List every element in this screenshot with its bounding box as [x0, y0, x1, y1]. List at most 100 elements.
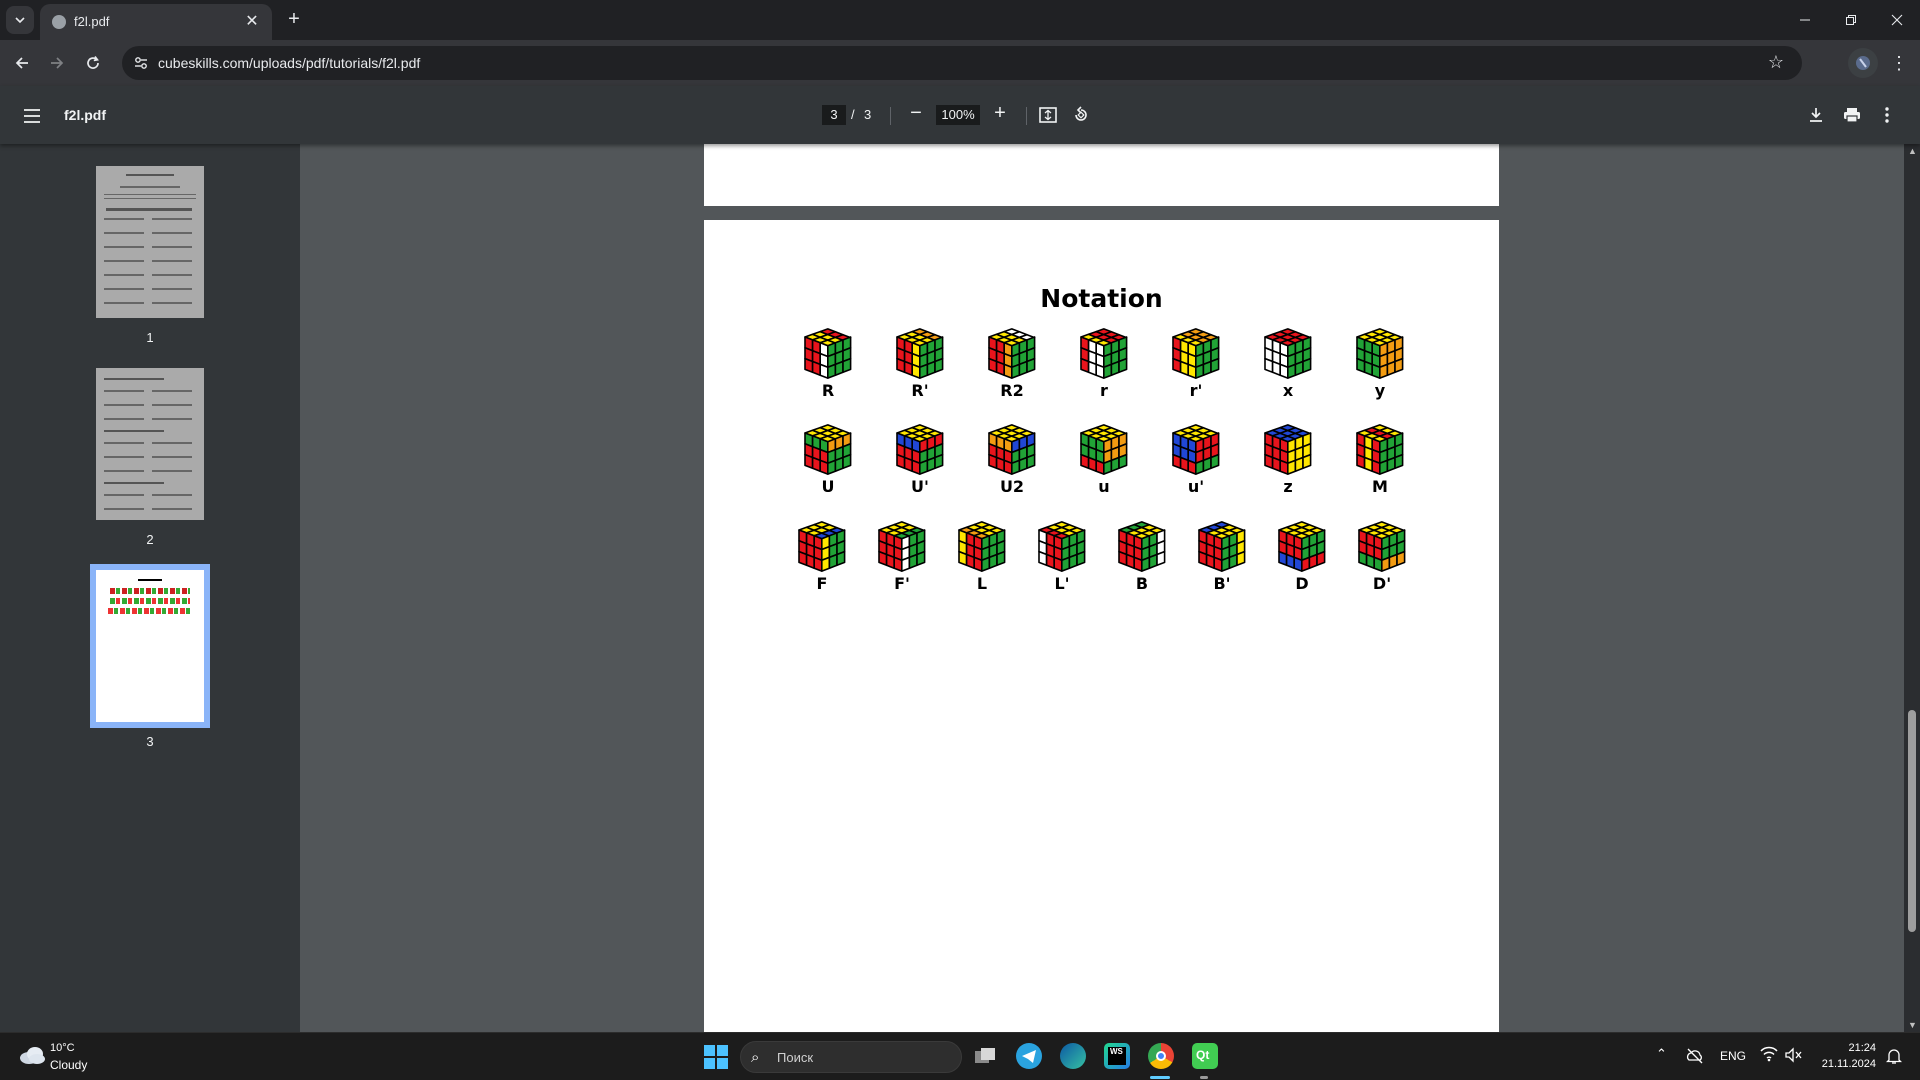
cube-sticker [842, 357, 852, 374]
page-separator: / [851, 107, 855, 122]
language-indicator[interactable]: ENG [1720, 1049, 1746, 1063]
more-vertical-icon [1885, 107, 1889, 123]
cube-sticker [934, 453, 944, 470]
zoom-in-button[interactable]: + [988, 102, 1012, 126]
restore-button[interactable] [1828, 0, 1874, 40]
thumbnail-label: 2 [146, 532, 154, 547]
search-icon: ⌕ [751, 1049, 760, 1066]
address-bar[interactable]: cubeskills.com/uploads/pdf/tutorials/f2l… [122, 46, 1802, 80]
cube-sticker [988, 453, 998, 470]
cube-sticker [1363, 360, 1374, 377]
task-view-icon[interactable] [972, 1043, 998, 1069]
cube-sticker [1358, 550, 1368, 567]
qt-creator-icon[interactable]: Qt [1192, 1043, 1218, 1069]
taskbar-search[interactable]: ⌕ Поиск [740, 1041, 962, 1073]
page-thumbnail-2[interactable] [96, 368, 204, 520]
arrow-right-icon [51, 57, 64, 69]
scroll-thumb[interactable] [1908, 710, 1916, 932]
site-info-icon[interactable] [132, 54, 150, 72]
cube-sticker [1087, 456, 1098, 473]
telegram-icon[interactable] [1016, 1043, 1042, 1069]
cube-sticker [1293, 556, 1303, 572]
notation-cube: R' [892, 327, 948, 401]
edge-icon[interactable] [1060, 1043, 1086, 1069]
new-tab-button[interactable]: + [282, 8, 306, 32]
cube-sticker [1220, 556, 1231, 572]
notation-cube: F [794, 520, 850, 594]
cube-sticker [834, 456, 844, 473]
cube-sticker [1388, 553, 1398, 570]
print-button[interactable] [1839, 102, 1865, 128]
close-tab-icon[interactable]: ✕ [242, 12, 262, 32]
vertical-scrollbar[interactable]: ▲ ▼ [1904, 144, 1920, 1032]
back-button[interactable] [8, 49, 36, 77]
weather-condition[interactable]: Cloudy [50, 1058, 87, 1072]
fit-to-page-button[interactable] [1035, 102, 1061, 128]
scroll-down-icon[interactable]: ▼ [1908, 1020, 1917, 1030]
onedrive-offline-icon[interactable] [1686, 1047, 1704, 1065]
webstorm-icon[interactable]: WS [1104, 1043, 1130, 1069]
rubiks-cube-icon [1264, 328, 1312, 379]
pdf-viewer-area[interactable]: Notation R R' R2 r r' x y U U' U2 u u' z M F F' L L' B B' D D… [300, 144, 1904, 1032]
cube-sticker [1110, 456, 1120, 473]
notation-cube: x [1260, 327, 1316, 401]
zoom-out-button[interactable]: − [904, 102, 928, 126]
notation-label: r [1100, 381, 1108, 400]
zoom-level-input[interactable]: 100% [936, 105, 980, 125]
chrome-icon[interactable] [1148, 1043, 1174, 1069]
notation-label: F [816, 574, 828, 593]
notation-cube: u' [1168, 423, 1224, 497]
browser-tab[interactable]: f2l.pdf ✕ [40, 4, 272, 40]
extension-puzzle-icon [1856, 56, 1870, 70]
cube-sticker [1010, 459, 1021, 475]
minimize-button[interactable] [1782, 0, 1828, 40]
cube-sticker [1053, 556, 1063, 572]
close-window-button[interactable] [1874, 0, 1920, 40]
cloud-icon[interactable] [18, 1043, 46, 1067]
cube-sticker [828, 553, 838, 570]
notation-label: U' [911, 477, 929, 496]
page-thumbnail-3[interactable] [90, 564, 210, 728]
browser-menu-icon[interactable]: ⋮ [1884, 48, 1914, 78]
pdf-toolbar: f2l.pdf 3 / 3 − 100% + [0, 86, 1920, 144]
clock-date[interactable]: 21.11.2024 [1812, 1058, 1876, 1070]
bookmark-star-icon[interactable]: ☆ [1768, 52, 1784, 73]
volume-muted-icon[interactable] [1784, 1047, 1802, 1063]
cube-sticker [1210, 453, 1220, 470]
notation-label: L [976, 574, 988, 593]
profile-avatar[interactable] [1848, 48, 1878, 78]
page-thumbnail-1[interactable] [96, 166, 204, 318]
notation-cube: F' [874, 520, 930, 594]
cube-sticker [1286, 459, 1297, 475]
wifi-icon[interactable] [1760, 1046, 1778, 1062]
url-text[interactable]: cubeskills.com/uploads/pdf/tutorials/f2l… [158, 55, 420, 71]
download-button[interactable] [1803, 102, 1829, 128]
tab-search-button[interactable] [6, 6, 34, 34]
cube-sticker [1095, 459, 1105, 475]
cube-sticker [804, 453, 814, 470]
page-number-input[interactable]: 3 [822, 105, 846, 125]
notation-cube: B' [1194, 520, 1250, 594]
cube-sticker [1394, 357, 1404, 374]
clock-time[interactable]: 21:24 [1816, 1042, 1876, 1054]
cube-sticker [988, 357, 998, 374]
weather-temperature[interactable]: 10°C [50, 1042, 75, 1054]
forward-button[interactable] [43, 49, 71, 77]
notation-cube: u [1076, 423, 1132, 497]
cube-sticker [1080, 453, 1090, 470]
reload-button[interactable] [79, 49, 107, 77]
pdf-more-options-icon[interactable] [1874, 102, 1900, 128]
page-total: 3 [864, 107, 872, 122]
tray-chevron-up-icon[interactable]: ⌃ [1656, 1046, 1667, 1062]
restore-icon [1846, 15, 1856, 25]
cube-sticker [893, 556, 903, 572]
windows-start-icon[interactable] [704, 1045, 728, 1069]
cube-sticker [903, 456, 914, 473]
cube-sticker [1294, 360, 1304, 377]
rotate-button[interactable] [1068, 102, 1094, 128]
cube-sticker [911, 459, 921, 475]
scroll-up-icon[interactable]: ▲ [1908, 146, 1917, 156]
notification-bell-icon[interactable] [1886, 1047, 1902, 1065]
cube-sticker [1202, 360, 1212, 377]
sidebar-toggle-button[interactable] [18, 102, 46, 130]
